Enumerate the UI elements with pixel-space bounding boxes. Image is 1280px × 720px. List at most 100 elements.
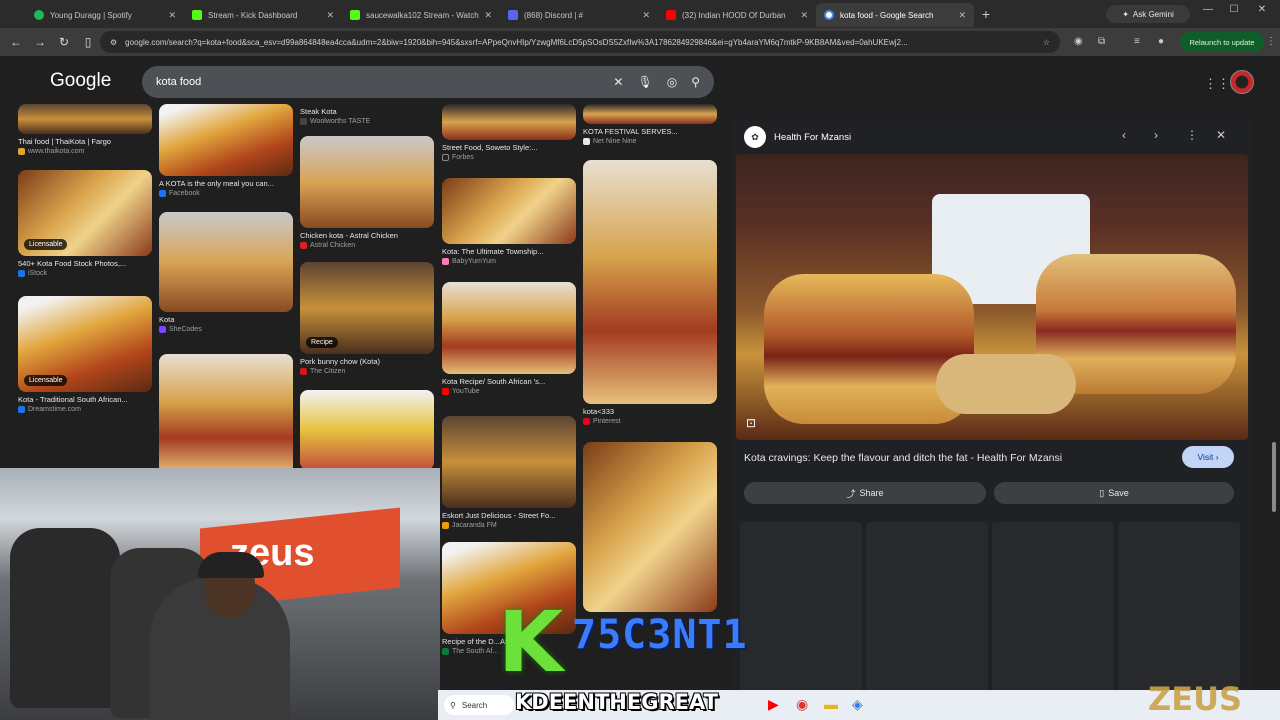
result-image[interactable] bbox=[583, 160, 717, 404]
tab-kick-stream[interactable]: saucewalka102 Stream - Watch ✕ bbox=[342, 3, 500, 27]
result-card[interactable]: Chicken kota - Astral Chicken Astral Chi… bbox=[300, 136, 434, 249]
result-card[interactable]: KOTA FESTIVAL SERVES... Net Nine Nine bbox=[583, 104, 717, 145]
relaunch-button[interactable]: Relaunch to update bbox=[1180, 32, 1264, 52]
close-tab-icon[interactable]: ✕ bbox=[800, 10, 808, 21]
more-options-icon[interactable]: ⋮ bbox=[1186, 128, 1198, 142]
result-image[interactable] bbox=[300, 390, 434, 470]
panel-source[interactable]: ✿ Health For Mzansi bbox=[744, 126, 851, 148]
result-card[interactable]: Street Food, Soweto Style:... Forbes bbox=[442, 104, 576, 161]
result-caption[interactable]: A KOTA is the only meal you can... bbox=[159, 179, 293, 188]
result-caption[interactable]: Chicken kota - Astral Chicken bbox=[300, 231, 434, 240]
result-caption[interactable]: kota<333 bbox=[583, 407, 717, 416]
close-tab-icon[interactable]: ✕ bbox=[958, 10, 966, 21]
menu-icon[interactable]: ⋮ bbox=[1266, 36, 1276, 47]
previous-icon[interactable]: ‹ bbox=[1122, 128, 1126, 142]
result-caption[interactable]: Kota - Traditional South African... bbox=[18, 395, 152, 404]
result-caption[interactable]: Thai food | ThaiKota | Fargo bbox=[18, 137, 152, 146]
google-logo[interactable]: Google bbox=[50, 70, 111, 92]
extension-icon[interactable]: ◉ bbox=[1074, 36, 1083, 47]
result-card[interactable]: Licensable Kota - Traditional South Afri… bbox=[18, 296, 152, 413]
related-image[interactable] bbox=[740, 522, 862, 712]
voice-search-icon[interactable]: 🎙 bbox=[637, 75, 652, 89]
tab-spotify[interactable]: Young Duragg | Spotify ✕ bbox=[26, 3, 184, 27]
ask-gemini-button[interactable]: ✦ Ask Gemini bbox=[1106, 5, 1190, 23]
folder-icon[interactable]: ▬ bbox=[824, 696, 838, 712]
visit-button[interactable]: Visit › bbox=[1182, 446, 1234, 468]
result-card[interactable]: Kota: The Ultimate Township... BabyYumYu… bbox=[442, 178, 576, 265]
result-image[interactable] bbox=[159, 104, 293, 176]
result-image[interactable] bbox=[442, 104, 576, 140]
close-tab-icon[interactable]: ✕ bbox=[168, 10, 176, 21]
youtube-icon[interactable]: ▶ bbox=[768, 696, 779, 713]
result-card[interactable]: A KOTA is the only meal you can... Faceb… bbox=[159, 104, 293, 197]
result-image[interactable] bbox=[159, 354, 293, 474]
related-image[interactable] bbox=[866, 522, 988, 712]
result-card[interactable]: Eskort Just Delicious - Street Fo... Jac… bbox=[442, 416, 576, 529]
result-caption[interactable]: Steak Kota bbox=[300, 107, 434, 116]
related-image[interactable] bbox=[992, 522, 1114, 712]
media-icon[interactable]: ≡ bbox=[1134, 36, 1140, 47]
maximize-icon[interactable]: ☐ bbox=[1224, 4, 1244, 15]
search-box[interactable]: kota food ✕ 🎙 ◎ ⚲ bbox=[142, 66, 714, 98]
close-tab-icon[interactable]: ✕ bbox=[326, 10, 334, 21]
profile-icon[interactable]: ● bbox=[1158, 36, 1164, 47]
tab-youtube[interactable]: (32) Indian HOOD Of Durban ✕ bbox=[658, 3, 816, 27]
lens-icon[interactable]: ⊡ bbox=[746, 416, 756, 430]
result-caption[interactable]: Pork bunny chow (Kota) bbox=[300, 357, 434, 366]
result-card[interactable]: kota<333 Pinterest bbox=[583, 160, 717, 425]
result-card[interactable]: Recipe Pork bunny chow (Kota) The Citize… bbox=[300, 262, 434, 375]
reload-icon[interactable]: ↻ bbox=[52, 35, 76, 49]
result-caption[interactable]: Kota: The Ultimate Township... bbox=[442, 247, 576, 256]
close-tab-icon[interactable]: ✕ bbox=[484, 10, 492, 21]
lens-icon[interactable]: ◎ bbox=[667, 75, 677, 89]
result-caption[interactable]: Kota Recipe/ South African 's... bbox=[442, 377, 576, 386]
site-info-icon[interactable]: ⚙ bbox=[110, 38, 117, 47]
new-tab-icon[interactable]: + bbox=[974, 6, 998, 22]
avatar[interactable] bbox=[1230, 70, 1254, 94]
minimize-icon[interactable]: — bbox=[1198, 4, 1218, 15]
result-image[interactable] bbox=[583, 442, 717, 612]
result-image[interactable] bbox=[583, 104, 717, 124]
tab-kick-dashboard[interactable]: Stream - Kick Dashboard ✕ bbox=[184, 3, 342, 27]
result-image[interactable] bbox=[300, 136, 434, 228]
result-card[interactable] bbox=[583, 442, 717, 612]
result-caption[interactable]: Eskort Just Delicious - Street Fo... bbox=[442, 511, 576, 520]
side-panel-icon[interactable]: ▯ bbox=[76, 35, 100, 49]
tab-google-search[interactable]: kota food - Google Search ✕ bbox=[816, 3, 974, 27]
share-button[interactable]: ⤴ Share bbox=[744, 482, 986, 504]
result-card[interactable]: Thai food | ThaiKota | Fargo www.thaikot… bbox=[18, 104, 152, 155]
result-image[interactable] bbox=[442, 282, 576, 374]
close-panel-icon[interactable]: ✕ bbox=[1216, 128, 1226, 142]
next-icon[interactable]: › bbox=[1154, 128, 1158, 142]
search-query[interactable]: kota food bbox=[156, 76, 599, 88]
preview-title[interactable]: Kota cravings: Keep the flavour and ditc… bbox=[744, 452, 1062, 464]
result-caption[interactable]: Street Food, Soweto Style:... bbox=[442, 143, 576, 152]
result-image[interactable]: Licensable bbox=[18, 296, 152, 392]
close-window-icon[interactable]: ✕ bbox=[1252, 4, 1272, 15]
result-caption[interactable]: KOTA FESTIVAL SERVES... bbox=[583, 127, 717, 136]
save-button[interactable]: ▯ Save bbox=[994, 482, 1234, 504]
close-tab-icon[interactable]: ✕ bbox=[642, 10, 650, 21]
result-card[interactable] bbox=[159, 354, 293, 474]
result-image[interactable]: Recipe bbox=[300, 262, 434, 354]
result-caption[interactable]: 540+ Kota Food Stock Photos,... bbox=[18, 259, 152, 268]
result-card[interactable] bbox=[300, 390, 434, 470]
tab-discord[interactable]: (868) Discord | # ✕ bbox=[500, 3, 658, 27]
taskbar-search[interactable]: ⚲ Search bbox=[444, 695, 514, 715]
result-caption[interactable]: Kota bbox=[159, 315, 293, 324]
result-card[interactable]: Licensable 540+ Kota Food Stock Photos,.… bbox=[18, 170, 152, 277]
result-image[interactable] bbox=[442, 416, 576, 508]
page-scrollbar[interactable] bbox=[1272, 442, 1276, 512]
chrome-icon[interactable]: ◉ bbox=[796, 696, 808, 713]
app-icon[interactable]: ◈ bbox=[852, 696, 863, 713]
forward-icon[interactable]: → bbox=[28, 35, 52, 49]
result-image[interactable] bbox=[442, 178, 576, 244]
panel-source-name[interactable]: Health For Mzansi bbox=[774, 132, 851, 143]
result-image[interactable] bbox=[159, 212, 293, 312]
extensions-puzzle-icon[interactable]: ⧉ bbox=[1098, 36, 1105, 47]
search-icon[interactable]: ⚲ bbox=[691, 75, 700, 89]
result-image[interactable] bbox=[18, 104, 152, 134]
preview-image[interactable]: ⊡ bbox=[736, 154, 1248, 440]
bookmark-star-icon[interactable]: ☆ bbox=[1043, 38, 1050, 47]
address-bar[interactable]: ⚙ google.com/search?q=kota+food&sca_esv=… bbox=[100, 31, 1060, 53]
